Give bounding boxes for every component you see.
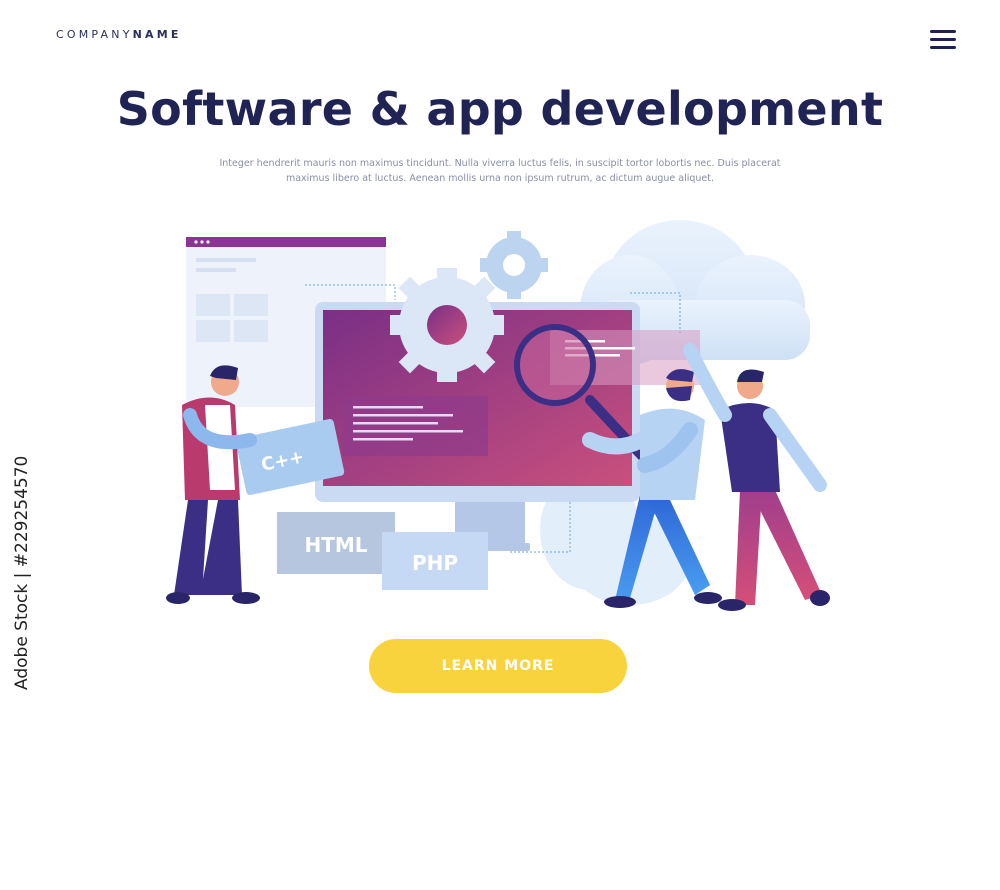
php-tag: PHP [382,532,488,590]
menu-bar [930,46,956,49]
html-tag: HTML [277,512,395,574]
stock-watermark: Adobe Stock | #229254570 [12,456,34,890]
watermark-text: Adobe Stock | #229254570 [12,455,32,690]
person-presenter-right [683,343,830,611]
menu-bar [930,30,956,33]
php-tag-label: PHP [412,551,458,575]
hamburger-menu-icon[interactable] [930,30,956,50]
html-tag-label: HTML [304,533,367,557]
logo-name-text: NAME [132,28,182,41]
gear-icon [390,268,504,382]
menu-bar [930,38,956,41]
learn-more-button[interactable]: LEARN MORE [369,639,627,693]
company-logo[interactable]: COMPANYNAME [56,28,182,41]
hero-subtitle: Integer hendrerit mauris non maximus tin… [219,158,781,184]
page-title: Software & app development [116,82,884,136]
logo-company-text: COMPANY [56,28,133,41]
software-development-illustration: C++ HTML PHP [166,220,830,611]
